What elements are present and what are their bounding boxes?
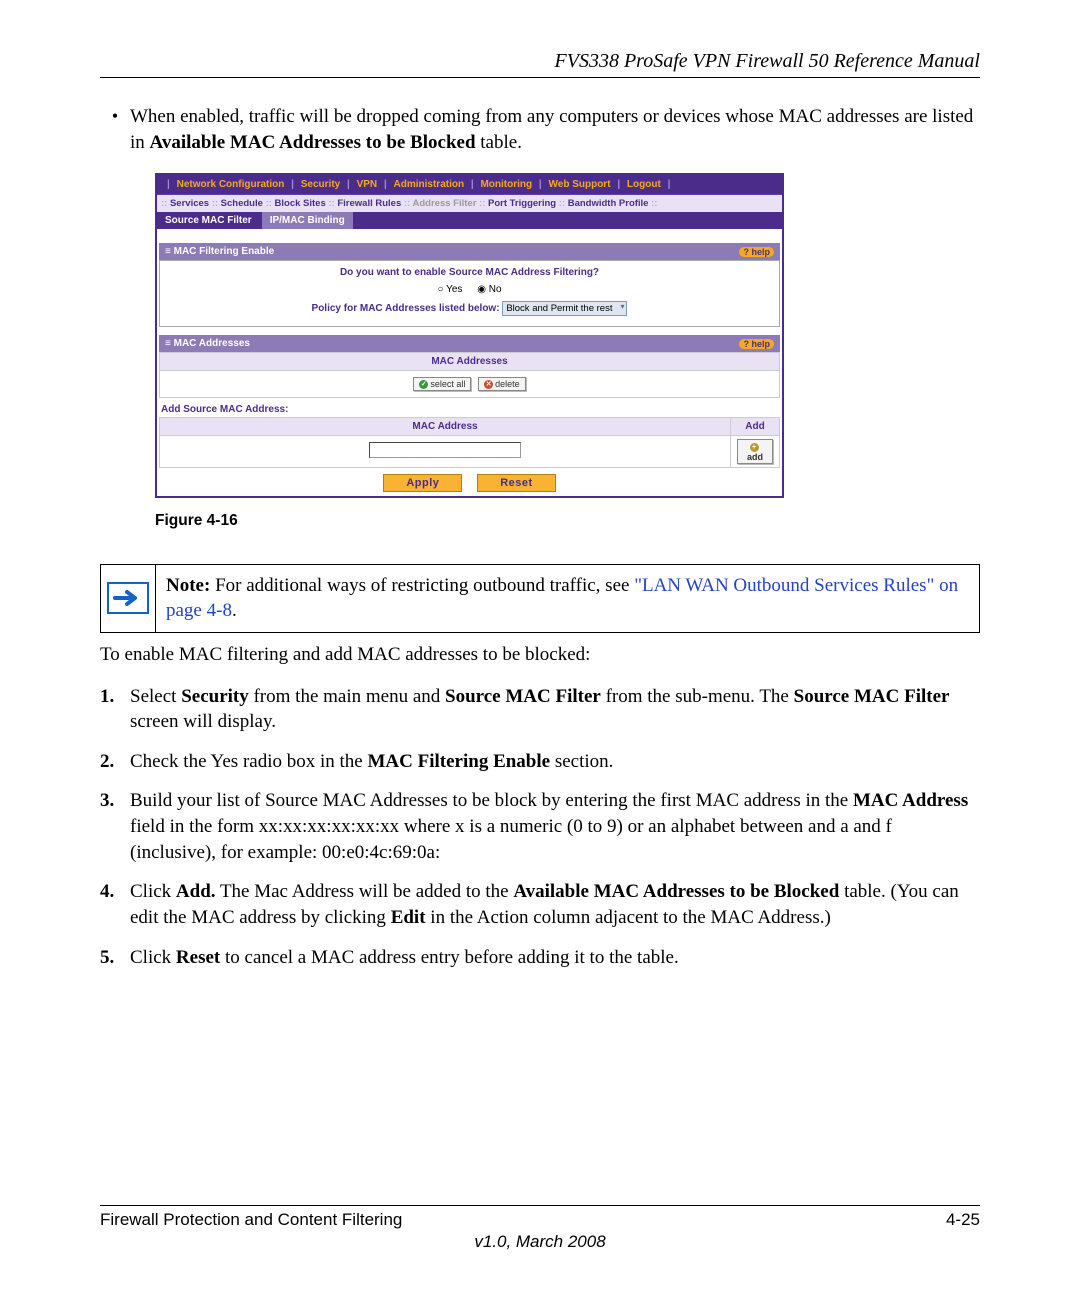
nav-logout[interactable]: Logout [625, 179, 663, 190]
tab-ip-mac-binding[interactable]: IP/MAC Binding [262, 212, 353, 229]
figure-4-16: | Network Configuration | Security | VPN… [155, 173, 980, 497]
apply-button[interactable]: Apply [383, 474, 462, 492]
col-mac-address: MAC Address [160, 418, 731, 436]
sec2-title: ≡ MAC Addresses [165, 338, 250, 349]
sub-schedule[interactable]: Schedule [221, 198, 263, 209]
footer-left: Firewall Protection and Content Filterin… [100, 1210, 402, 1230]
mac-list-header: MAC Addresses [159, 352, 780, 371]
reset-button[interactable]: Reset [477, 474, 555, 492]
sub-firewallrules[interactable]: Firewall Rules [337, 198, 401, 209]
footer-page: 4-25 [946, 1210, 980, 1230]
nav-websupport[interactable]: Web Support [547, 179, 613, 190]
col-add: Add [731, 418, 780, 436]
sub-addressfilter[interactable]: Address Filter [413, 198, 477, 209]
help-icon[interactable]: ? help [739, 247, 774, 257]
add-source-label: Add Source MAC Address: [159, 398, 780, 417]
note-text: For additional ways of restricting outbo… [210, 575, 634, 596]
bullet-dot: • [100, 104, 130, 155]
add-button[interactable]: +add [737, 439, 773, 463]
delete-button[interactable]: ✕delete [478, 377, 526, 391]
radio-yes[interactable]: ○ Yes [437, 284, 462, 295]
figure-caption: Figure 4-16 [155, 512, 980, 530]
policy-select[interactable]: Block and Permit the rest [502, 301, 627, 316]
sub-blocksites[interactable]: Block Sites [275, 198, 326, 209]
radio-no[interactable]: ◉ No [477, 284, 501, 295]
sec1-title: ≡ MAC Filtering Enable [165, 246, 274, 257]
nav-vpn[interactable]: VPN [355, 179, 380, 190]
nav-security[interactable]: Security [299, 179, 342, 190]
page-footer: Firewall Protection and Content Filterin… [100, 1197, 980, 1253]
plus-icon: + [750, 443, 759, 452]
sub-services[interactable]: Services [170, 198, 209, 209]
help-icon-2[interactable]: ? help [739, 339, 774, 349]
sub-nav: :: Services :: Schedule :: Block Sites :… [157, 195, 782, 212]
note-arrow-icon [107, 582, 149, 614]
sub-bandwidth[interactable]: Bandwidth Profile [568, 198, 649, 209]
intro-para: To enable MAC filtering and add MAC addr… [100, 643, 980, 668]
bullet-suffix: table. [476, 132, 522, 153]
bullet-bold: Available MAC Addresses to be Blocked [150, 132, 476, 153]
bullet-item: • When enabled, traffic will be dropped … [100, 104, 980, 155]
sub-porttrig[interactable]: Port Triggering [488, 198, 556, 209]
nav-admin[interactable]: Administration [392, 179, 467, 190]
top-nav: | Network Configuration | Security | VPN… [157, 175, 782, 195]
note-box: Note: For additional ways of restricting… [100, 564, 980, 633]
manual-title: FVS338 ProSafe VPN Firewall 50 Reference… [100, 50, 980, 73]
select-all-button[interactable]: ✓select all [413, 377, 471, 391]
sec1-question: Do you want to enable Source MAC Address… [164, 267, 775, 278]
nav-monitoring[interactable]: Monitoring [478, 179, 534, 190]
header-rule [100, 77, 980, 78]
delete-icon: ✕ [484, 380, 493, 389]
check-icon: ✓ [419, 380, 428, 389]
steps-list: 1. Select Security from the main menu an… [100, 684, 980, 971]
policy-label: Policy for MAC Addresses listed below: [312, 303, 500, 314]
nav-netcfg[interactable]: Network Configuration [175, 179, 287, 190]
footer-version: v1.0, March 2008 [100, 1232, 980, 1252]
tab-source-mac-filter[interactable]: Source MAC Filter [157, 212, 260, 229]
mac-address-input[interactable] [369, 442, 521, 458]
note-bold: Note: [166, 575, 210, 596]
